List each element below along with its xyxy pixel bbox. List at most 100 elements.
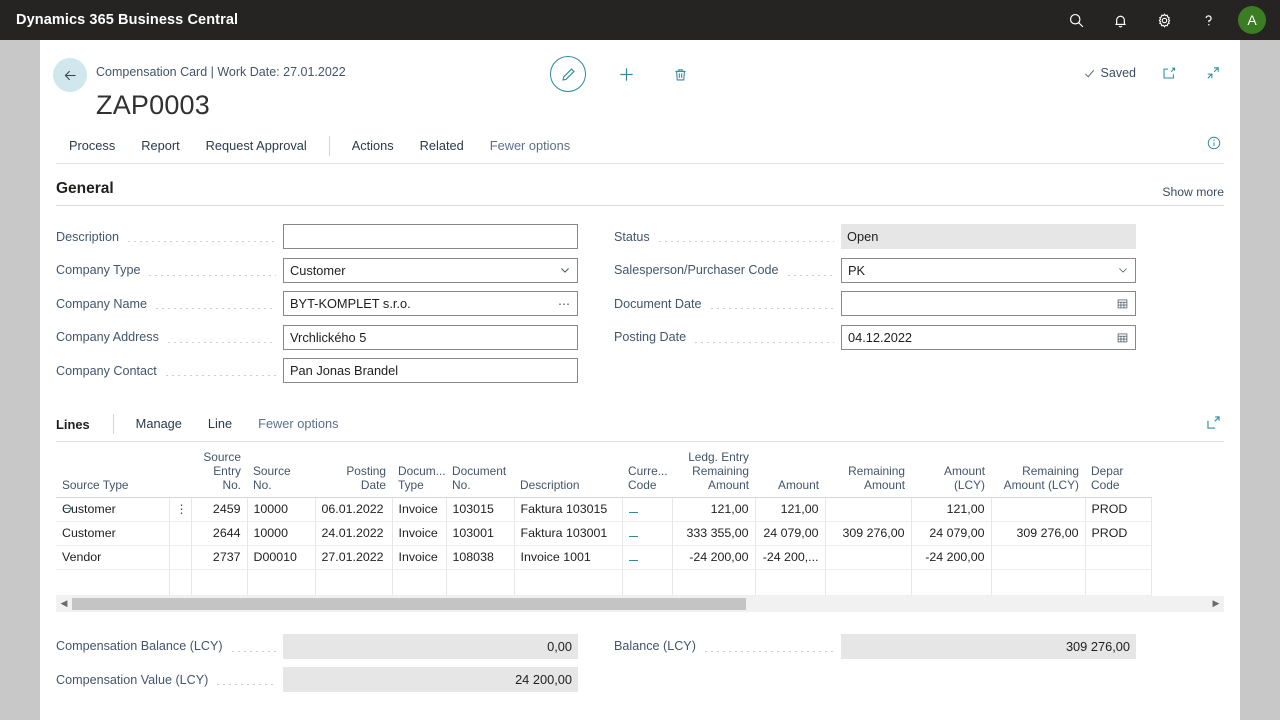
cell-posting-date[interactable]: 27.01.2022 xyxy=(315,545,392,569)
search-icon[interactable] xyxy=(1056,0,1096,40)
cell-department-code[interactable]: PROD xyxy=(1085,521,1151,545)
ribbon-item-actions[interactable]: Actions xyxy=(339,129,407,163)
description-input[interactable] xyxy=(283,224,578,249)
col-currency-code[interactable]: Curre... Code xyxy=(622,448,672,498)
scroll-left-arrow-icon[interactable]: ◀ xyxy=(56,598,72,609)
new-plus-icon[interactable] xyxy=(612,60,640,88)
delete-trash-icon[interactable] xyxy=(666,60,694,88)
company-contact-input[interactable]: Pan Jonas Brandel xyxy=(283,358,578,383)
collapse-icon[interactable] xyxy=(1202,62,1224,84)
lines-menu-manage[interactable]: Manage xyxy=(123,407,195,441)
col-source-no[interactable]: Source No. xyxy=(247,448,315,498)
cell-description[interactable]: Faktura 103001 xyxy=(514,521,622,545)
col-amount[interactable]: Amount xyxy=(755,448,825,498)
ribbon-item-fewer-options[interactable]: Fewer options xyxy=(477,129,583,163)
cell-source-entry-no[interactable]: 2459 xyxy=(191,497,247,521)
cell-ledg-entry-remaining-amount[interactable]: 121,00 xyxy=(672,497,755,521)
lines-menu-fewer-options[interactable]: Fewer options xyxy=(245,407,351,441)
cell-document-no[interactable] xyxy=(446,569,514,595)
cell-source-no[interactable]: D00010 xyxy=(247,545,315,569)
cell-amount-lcy[interactable]: 121,00 xyxy=(911,497,991,521)
cell-posting-date[interactable]: 24.01.2022 xyxy=(315,521,392,545)
ribbon-item-request-approval[interactable]: Request Approval xyxy=(193,129,320,163)
open-in-new-window-icon[interactable] xyxy=(1158,62,1180,84)
cell-remaining-amount-lcy[interactable] xyxy=(991,497,1085,521)
company-name-input[interactable]: BYT-KOMPLET s.r.o. ⋯ xyxy=(283,291,578,316)
cell-source-type[interactable] xyxy=(56,569,169,595)
cell-source-type[interactable]: Customer xyxy=(56,521,169,545)
cell-source-type[interactable]: Customer xyxy=(56,497,169,521)
cell-amount[interactable]: -24 200,... xyxy=(755,545,825,569)
cell-source-entry-no[interactable] xyxy=(191,569,247,595)
cell-document-no[interactable]: 103015 xyxy=(446,497,514,521)
cell-amount[interactable]: 121,00 xyxy=(755,497,825,521)
cell-ledg-entry-remaining-amount[interactable] xyxy=(672,569,755,595)
company-address-input[interactable]: Vrchlického 5 xyxy=(283,325,578,350)
col-ledg-entry-remaining-amount[interactable]: Ledg. Entry Remaining Amount xyxy=(672,448,755,498)
cell-remaining-amount[interactable]: 309 276,00 xyxy=(825,521,911,545)
cell-currency-code[interactable] xyxy=(622,569,672,595)
cell-amount-lcy[interactable]: -24 200,00 xyxy=(911,545,991,569)
row-kebab-menu[interactable] xyxy=(169,569,191,595)
table-horizontal-scrollbar[interactable]: ◀ ▶ xyxy=(56,596,1224,612)
col-document-type[interactable]: Docum... Type xyxy=(392,448,446,498)
cell-document-type[interactable]: Invoice xyxy=(392,545,446,569)
cell-document-type[interactable]: Invoice xyxy=(392,497,446,521)
bell-icon[interactable] xyxy=(1100,0,1140,40)
cell-remaining-amount[interactable] xyxy=(825,545,911,569)
row-kebab-menu[interactable]: ⋮ xyxy=(169,497,191,521)
col-posting-date[interactable]: Posting Date xyxy=(315,448,392,498)
table-row[interactable]: Vendor 2737 D00010 27.01.2022 Invoice 10… xyxy=(56,545,1151,569)
cell-source-no[interactable]: 10000 xyxy=(247,521,315,545)
table-row[interactable]: Customer ⋮ 2459 10000 06.01.2022 Invoice… xyxy=(56,497,1151,521)
cell-department-code[interactable]: PROD xyxy=(1085,497,1151,521)
gear-icon[interactable] xyxy=(1144,0,1184,40)
cell-remaining-amount[interactable] xyxy=(825,497,911,521)
cell-remaining-amount-lcy[interactable] xyxy=(991,545,1085,569)
cell-source-entry-no[interactable]: 2644 xyxy=(191,521,247,545)
col-department-code[interactable]: Depar Code xyxy=(1085,448,1151,498)
col-source-entry-no[interactable]: Source Entry No. xyxy=(191,448,247,498)
cell-source-type[interactable]: Vendor xyxy=(56,545,169,569)
chevron-down-icon[interactable] xyxy=(1117,264,1129,276)
table-row[interactable]: Customer 2644 10000 24.01.2022 Invoice 1… xyxy=(56,521,1151,545)
calendar-icon[interactable] xyxy=(1116,331,1129,344)
cell-remaining-amount-lcy[interactable]: 309 276,00 xyxy=(991,521,1085,545)
cell-posting-date[interactable]: 06.01.2022 xyxy=(315,497,392,521)
cell-department-code[interactable] xyxy=(1085,569,1151,595)
col-remaining-amount-lcy[interactable]: Remaining Amount (LCY) xyxy=(991,448,1085,498)
show-more-link[interactable]: Show more xyxy=(1162,185,1224,199)
expand-lines-icon[interactable] xyxy=(1205,414,1222,436)
ribbon-item-related[interactable]: Related xyxy=(407,129,477,163)
cell-document-no[interactable]: 108038 xyxy=(446,545,514,569)
cell-source-no[interactable] xyxy=(247,569,315,595)
cell-document-type[interactable]: Invoice xyxy=(392,521,446,545)
scrollbar-thumb[interactable] xyxy=(72,598,746,610)
cell-currency-code[interactable] xyxy=(622,545,672,569)
col-description[interactable]: Description xyxy=(514,448,622,498)
ribbon-item-process[interactable]: Process xyxy=(56,129,128,163)
posting-date-input[interactable]: 04.12.2022 xyxy=(841,325,1136,350)
company-type-select[interactable]: Customer xyxy=(283,258,578,283)
back-button[interactable] xyxy=(53,58,87,92)
help-icon[interactable] xyxy=(1188,0,1228,40)
cell-remaining-amount-lcy[interactable] xyxy=(991,569,1085,595)
col-remaining-amount[interactable]: Remaining Amount xyxy=(825,448,911,498)
lookup-ellipsis-icon[interactable]: ⋯ xyxy=(558,297,571,311)
cell-amount-lcy[interactable]: 24 079,00 xyxy=(911,521,991,545)
cell-document-no[interactable]: 103001 xyxy=(446,521,514,545)
calendar-icon[interactable] xyxy=(1116,297,1129,310)
cell-amount[interactable]: 24 079,00 xyxy=(755,521,825,545)
row-kebab-menu[interactable] xyxy=(169,545,191,569)
cell-currency-code[interactable] xyxy=(622,497,672,521)
cell-source-entry-no[interactable]: 2737 xyxy=(191,545,247,569)
cell-amount[interactable] xyxy=(755,569,825,595)
edit-pencil-icon[interactable] xyxy=(550,56,586,92)
cell-amount-lcy[interactable] xyxy=(911,569,991,595)
cell-description[interactable]: Invoice 1001 xyxy=(514,545,622,569)
table-row-new[interactable] xyxy=(56,569,1151,595)
avatar[interactable]: A xyxy=(1238,6,1266,34)
cell-description[interactable]: Faktura 103015 xyxy=(514,497,622,521)
scrollbar-track[interactable] xyxy=(72,596,1208,612)
col-source-type[interactable]: Source Type xyxy=(56,448,169,498)
